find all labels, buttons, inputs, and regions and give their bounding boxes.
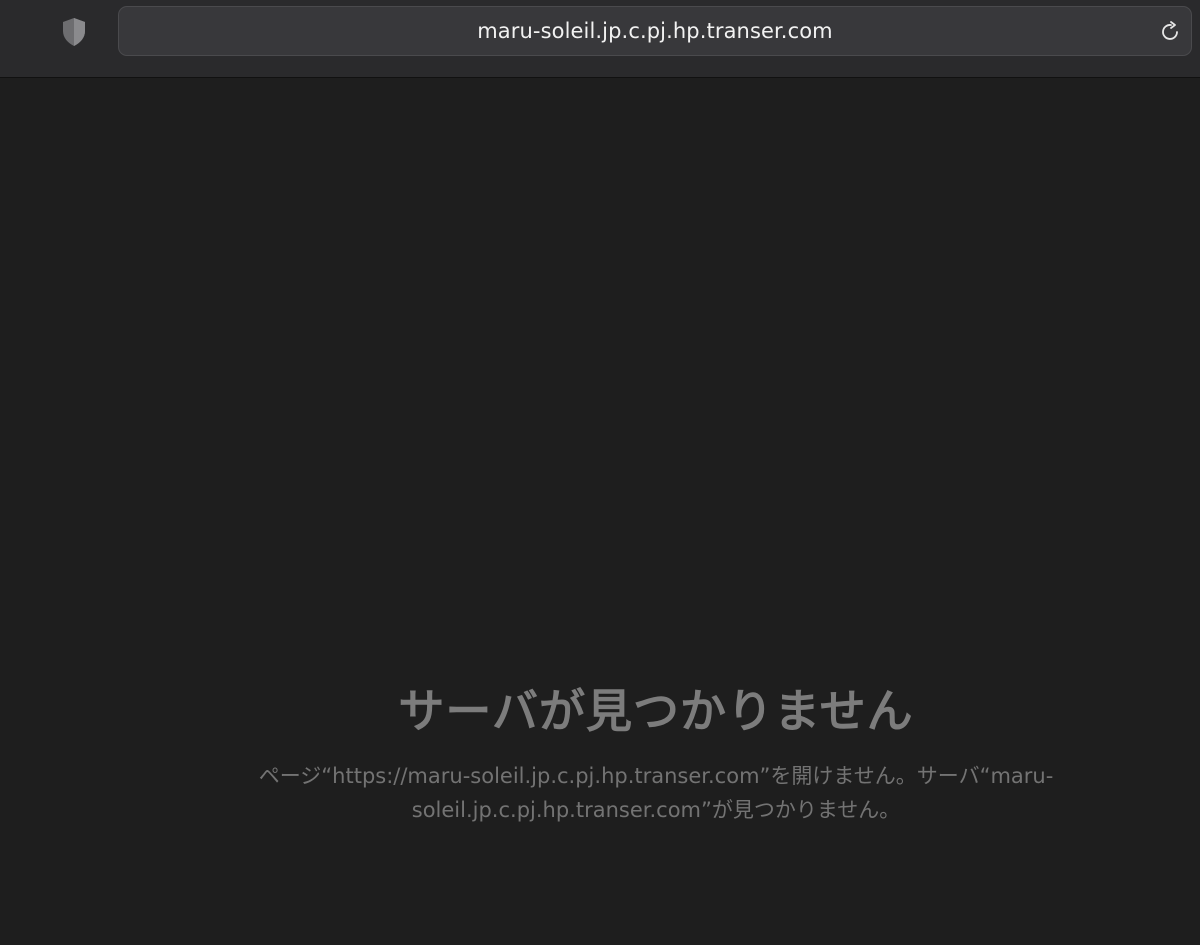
- shield-icon[interactable]: [58, 16, 90, 48]
- address-bar[interactable]: maru-soleil.jp.c.pj.hp.transer.com: [118, 6, 1192, 56]
- address-url[interactable]: maru-soleil.jp.c.pj.hp.transer.com: [119, 7, 1191, 55]
- browser-window: maru-soleil.jp.c.pj.hp.transer.com サーバが見…: [0, 0, 1200, 945]
- page-content: サーバが見つかりません ページ“https://maru-soleil.jp.c…: [0, 79, 1200, 945]
- browser-toolbar: maru-soleil.jp.c.pj.hp.transer.com: [0, 0, 1200, 78]
- error-title: サーバが見つかりません: [398, 684, 914, 738]
- error-message: ページ“https://maru-soleil.jp.c.pj.hp.trans…: [258, 764, 1054, 822]
- reload-icon[interactable]: [1157, 19, 1183, 45]
